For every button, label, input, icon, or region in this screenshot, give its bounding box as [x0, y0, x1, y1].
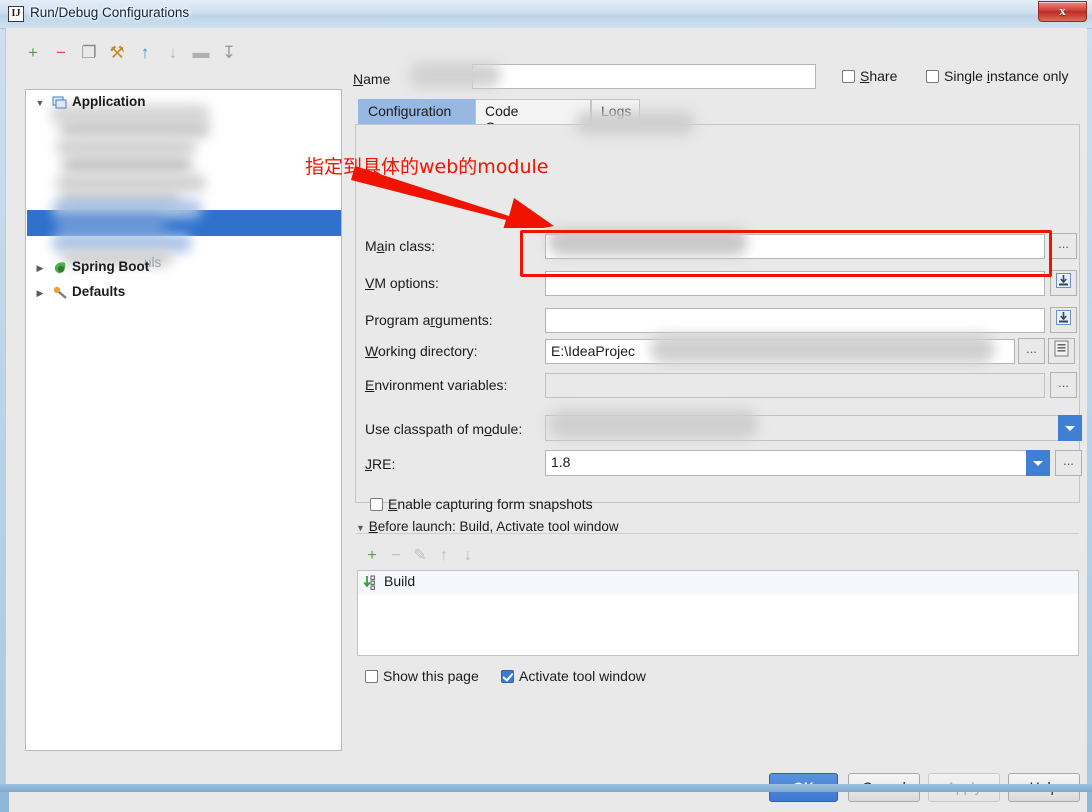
chevron-right-icon[interactable]: ▶ — [34, 286, 46, 300]
bl-move-up-button[interactable]: ↑ — [433, 545, 455, 567]
environment-variables-label: Environment variables: — [365, 377, 508, 393]
application-icon — [52, 95, 68, 111]
red-arrow — [351, 166, 554, 228]
single-instance-checkbox[interactable]: Single instance only — [926, 68, 1069, 84]
spring-boot-icon — [52, 260, 68, 276]
activate-tool-window-label: Activate tool window — [519, 668, 646, 684]
redaction-blur — [62, 156, 192, 174]
enable-form-snapshots-label: Enable capturing form snapshots — [388, 496, 593, 512]
chevron-down-icon[interactable] — [1026, 450, 1050, 476]
environment-variables-input[interactable] — [545, 373, 1045, 398]
window-title: Run/Debug Configurations — [30, 5, 190, 20]
window-bottom-edge — [0, 784, 1092, 792]
use-classpath-of-module-combo[interactable] — [545, 415, 1082, 441]
vm-options-expand-button[interactable] — [1050, 270, 1077, 296]
close-button[interactable]: x — [1038, 1, 1087, 22]
show-this-page-checkbox-box[interactable] — [365, 670, 378, 683]
use-classpath-of-module-label: Use classpath of module: — [365, 421, 523, 437]
jre-label: JRE: — [365, 456, 396, 472]
share-label: Share — [860, 68, 898, 84]
tree-node-spring-boot[interactable]: ▶ Spring Boot — [26, 257, 341, 279]
tree-node-label: Application — [72, 94, 146, 109]
run-debug-configurations-window: IJ Run/Debug Configurations x + − ❐ ⚒ ↑ ↓ ▬ ↧ — [0, 0, 1092, 812]
configurations-toolbar: + − ❐ ⚒ ↑ ↓ ▬ ↧ — [22, 40, 342, 68]
configurations-tree[interactable]: ▼ Application uls ▶ Spring Boot ▶ Defaults — [25, 89, 342, 751]
build-icon — [363, 574, 380, 591]
remove-configuration-button[interactable]: − — [50, 42, 72, 64]
before-launch-divider — [356, 533, 1079, 534]
share-checkbox[interactable]: Share — [842, 68, 897, 84]
share-checkbox-box[interactable] — [842, 70, 855, 83]
intellij-idea-icon: IJ — [8, 6, 24, 22]
move-up-button[interactable]: ↑ — [134, 42, 156, 64]
redaction-blur — [60, 120, 210, 138]
environment-variables-button[interactable]: ... — [1050, 372, 1077, 398]
tree-node-application[interactable]: ▼ Application — [26, 92, 341, 114]
working-directory-input[interactable]: E:\IdeaProjec — [545, 339, 1015, 364]
bl-move-down-button[interactable]: ↓ — [457, 545, 479, 567]
single-instance-label: Single instance only — [944, 68, 1069, 84]
main-class-browse-button[interactable]: ... — [1050, 233, 1077, 259]
dialog-content: + − ❐ ⚒ ↑ ↓ ▬ ↧ ▼ Application uls ▶ Spring Boot ▶ Def… — [5, 28, 1087, 812]
name-input[interactable] — [472, 64, 816, 89]
folder-button[interactable]: ▬ — [190, 42, 212, 64]
defaults-icon — [52, 285, 68, 301]
program-arguments-expand-button[interactable] — [1050, 307, 1077, 333]
move-down-button[interactable]: ↓ — [162, 42, 184, 64]
enable-form-snapshots-checkbox[interactable]: Enable capturing form snapshots — [370, 496, 593, 512]
program-arguments-input[interactable] — [545, 308, 1045, 333]
redaction-blur — [60, 192, 180, 210]
activate-tool-window-checkbox-box[interactable] — [501, 670, 514, 683]
title-bar: IJ Run/Debug Configurations x — [0, 0, 1092, 29]
sort-alphabetically-button[interactable]: ↧ — [218, 42, 240, 64]
bl-remove-button[interactable]: − — [385, 545, 407, 567]
before-launch-item-build[interactable]: Build — [358, 571, 1078, 594]
close-icon: x — [1059, 3, 1066, 18]
add-configuration-button[interactable]: + — [22, 42, 44, 64]
dialog-client-area: + − ❐ ⚒ ↑ ↓ ▬ ↧ ▼ Application uls ▶ Spring Boot ▶ Def… — [9, 28, 1087, 756]
activate-tool-window-checkbox[interactable]: Activate tool window — [501, 668, 646, 684]
chevron-down-icon[interactable]: ▼ — [34, 96, 46, 110]
chevron-down-icon[interactable] — [1058, 415, 1082, 441]
edit-templates-button[interactable]: ⚒ — [106, 42, 128, 64]
tree-selection-highlight — [27, 210, 341, 236]
working-directory-ellipsis-button[interactable]: ... — [1018, 338, 1045, 364]
name-label: Name — [353, 71, 391, 87]
tab-configuration[interactable]: Configuration — [358, 99, 475, 125]
before-launch-title: ▼ Before launch: Build, Activate tool wi… — [356, 519, 625, 534]
bl-add-button[interactable]: + — [361, 545, 383, 567]
redaction-blur — [52, 234, 192, 252]
tree-node-label: Defaults — [72, 284, 126, 299]
before-launch-list[interactable]: Build — [357, 570, 1079, 656]
show-this-page-checkbox[interactable]: Show this page — [365, 668, 479, 684]
working-directory-label: Working directory: — [365, 343, 478, 359]
tab-code-coverage[interactable]: Code Coverage — [475, 99, 591, 135]
chevron-right-icon[interactable]: ▶ — [34, 261, 46, 275]
tab-logs[interactable]: Logs — [591, 99, 640, 125]
tree-node-defaults[interactable]: ▶ Defaults — [26, 282, 341, 304]
redaction-blur — [56, 138, 196, 156]
vm-options-label: VM options: — [365, 275, 439, 291]
red-highlight-box — [520, 230, 1052, 277]
main-class-label: Main class: — [365, 238, 436, 254]
working-directory-browse-button[interactable] — [1048, 338, 1075, 364]
enable-form-snapshots-checkbox-box[interactable] — [370, 498, 383, 511]
bl-edit-button[interactable]: ✎ — [409, 545, 431, 567]
copy-configuration-button[interactable]: ❐ — [78, 42, 100, 64]
tree-node-label: Spring Boot — [72, 259, 150, 274]
jre-combo[interactable]: 1.8 — [545, 450, 1050, 476]
redaction-blur — [56, 174, 206, 192]
before-launch-toolbar: + − ✎ ↑ ↓ — [361, 543, 661, 567]
show-this-page-label: Show this page — [383, 668, 479, 684]
before-launch-item-label: Build — [384, 573, 416, 589]
editor-tabs: ConfigurationCode CoverageLogs — [358, 99, 1080, 135]
jre-browse-button[interactable]: ... — [1055, 450, 1082, 476]
program-arguments-label: Program arguments: — [365, 312, 493, 328]
single-instance-checkbox-box[interactable] — [926, 70, 939, 83]
